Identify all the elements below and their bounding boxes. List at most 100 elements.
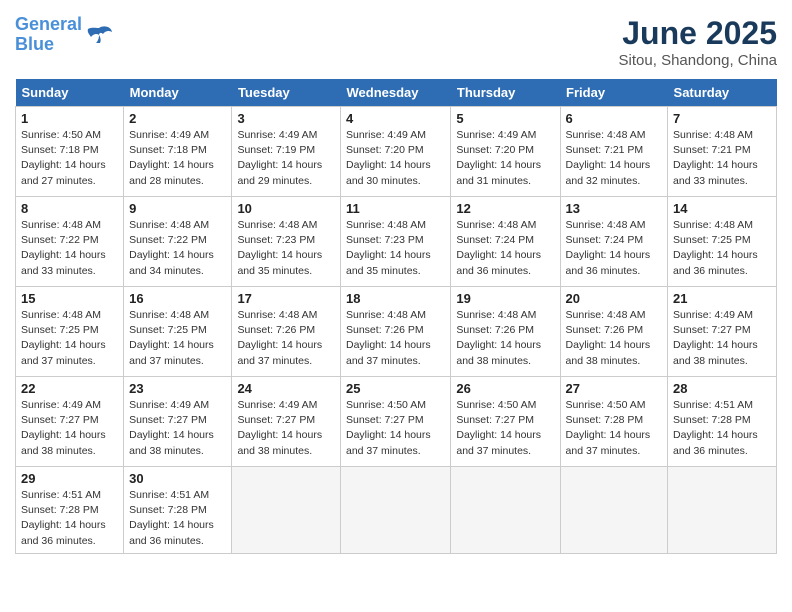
sunset-text: Sunset: 7:27 PM [129, 414, 207, 426]
week-row: 22 Sunrise: 4:49 AM Sunset: 7:27 PM Dayl… [16, 377, 777, 467]
sunrise-text: Sunrise: 4:49 AM [129, 399, 209, 411]
daylight-text: Daylight: 14 hours and 37 minutes. [346, 429, 431, 456]
daylight-text: Daylight: 14 hours and 37 minutes. [237, 339, 322, 366]
day-number: 19 [456, 291, 554, 306]
day-number: 30 [129, 471, 226, 486]
day-cell: 6 Sunrise: 4:48 AM Sunset: 7:21 PM Dayli… [560, 107, 667, 197]
day-number: 26 [456, 381, 554, 396]
sunrise-text: Sunrise: 4:50 AM [456, 399, 536, 411]
day-number: 28 [673, 381, 771, 396]
sunset-text: Sunset: 7:23 PM [346, 234, 424, 246]
day-cell [451, 467, 560, 554]
day-cell: 28 Sunrise: 4:51 AM Sunset: 7:28 PM Dayl… [668, 377, 777, 467]
day-cell: 13 Sunrise: 4:48 AM Sunset: 7:24 PM Dayl… [560, 197, 667, 287]
day-cell: 17 Sunrise: 4:48 AM Sunset: 7:26 PM Dayl… [232, 287, 341, 377]
daylight-text: Daylight: 14 hours and 37 minutes. [21, 339, 106, 366]
sunrise-text: Sunrise: 4:48 AM [346, 309, 426, 321]
sunrise-text: Sunrise: 4:48 AM [673, 219, 753, 231]
sunrise-text: Sunrise: 4:51 AM [129, 489, 209, 501]
day-cell: 3 Sunrise: 4:49 AM Sunset: 7:19 PM Dayli… [232, 107, 341, 197]
day-cell: 7 Sunrise: 4:48 AM Sunset: 7:21 PM Dayli… [668, 107, 777, 197]
sunrise-text: Sunrise: 4:48 AM [129, 309, 209, 321]
day-number: 20 [566, 291, 662, 306]
daylight-text: Daylight: 14 hours and 36 minutes. [566, 249, 651, 276]
logo: GeneralBlue [15, 15, 113, 55]
daylight-text: Daylight: 14 hours and 30 minutes. [346, 159, 431, 186]
day-number: 10 [237, 201, 335, 216]
day-cell: 12 Sunrise: 4:48 AM Sunset: 7:24 PM Dayl… [451, 197, 560, 287]
day-number: 27 [566, 381, 662, 396]
day-cell: 24 Sunrise: 4:49 AM Sunset: 7:27 PM Dayl… [232, 377, 341, 467]
day-number: 8 [21, 201, 118, 216]
day-number: 16 [129, 291, 226, 306]
daylight-text: Daylight: 14 hours and 35 minutes. [346, 249, 431, 276]
day-number: 23 [129, 381, 226, 396]
day-number: 6 [566, 111, 662, 126]
sunset-text: Sunset: 7:26 PM [456, 324, 534, 336]
sunrise-text: Sunrise: 4:48 AM [566, 219, 646, 231]
col-tuesday: Tuesday [232, 79, 341, 107]
daylight-text: Daylight: 14 hours and 38 minutes. [129, 429, 214, 456]
col-thursday: Thursday [451, 79, 560, 107]
day-number: 29 [21, 471, 118, 486]
sunset-text: Sunset: 7:28 PM [566, 414, 644, 426]
sunset-text: Sunset: 7:27 PM [456, 414, 534, 426]
col-sunday: Sunday [16, 79, 124, 107]
week-row: 1 Sunrise: 4:50 AM Sunset: 7:18 PM Dayli… [16, 107, 777, 197]
sunrise-text: Sunrise: 4:48 AM [21, 219, 101, 231]
daylight-text: Daylight: 14 hours and 28 minutes. [129, 159, 214, 186]
sunrise-text: Sunrise: 4:48 AM [129, 219, 209, 231]
sunset-text: Sunset: 7:25 PM [673, 234, 751, 246]
day-number: 17 [237, 291, 335, 306]
day-cell: 9 Sunrise: 4:48 AM Sunset: 7:22 PM Dayli… [124, 197, 232, 287]
sunrise-text: Sunrise: 4:48 AM [456, 309, 536, 321]
sunrise-text: Sunrise: 4:49 AM [673, 309, 753, 321]
day-cell: 10 Sunrise: 4:48 AM Sunset: 7:23 PM Dayl… [232, 197, 341, 287]
daylight-text: Daylight: 14 hours and 38 minutes. [456, 339, 541, 366]
daylight-text: Daylight: 14 hours and 35 minutes. [237, 249, 322, 276]
logo-text: GeneralBlue [15, 15, 82, 55]
sunset-text: Sunset: 7:20 PM [456, 144, 534, 156]
week-row: 8 Sunrise: 4:48 AM Sunset: 7:22 PM Dayli… [16, 197, 777, 287]
day-number: 3 [237, 111, 335, 126]
sunset-text: Sunset: 7:28 PM [129, 504, 207, 516]
sunset-text: Sunset: 7:27 PM [21, 414, 99, 426]
sunset-text: Sunset: 7:25 PM [21, 324, 99, 336]
sunset-text: Sunset: 7:27 PM [346, 414, 424, 426]
location-title: Sitou, Shandong, China [619, 52, 777, 69]
day-cell [560, 467, 667, 554]
day-number: 22 [21, 381, 118, 396]
daylight-text: Daylight: 14 hours and 36 minutes. [21, 519, 106, 546]
sunrise-text: Sunrise: 4:51 AM [673, 399, 753, 411]
day-number: 11 [346, 201, 445, 216]
day-cell: 15 Sunrise: 4:48 AM Sunset: 7:25 PM Dayl… [16, 287, 124, 377]
day-number: 18 [346, 291, 445, 306]
sunrise-text: Sunrise: 4:49 AM [21, 399, 101, 411]
daylight-text: Daylight: 14 hours and 36 minutes. [129, 519, 214, 546]
daylight-text: Daylight: 14 hours and 36 minutes. [673, 429, 758, 456]
sunset-text: Sunset: 7:28 PM [673, 414, 751, 426]
sunrise-text: Sunrise: 4:48 AM [673, 129, 753, 141]
daylight-text: Daylight: 14 hours and 38 minutes. [566, 339, 651, 366]
day-number: 21 [673, 291, 771, 306]
sunset-text: Sunset: 7:26 PM [346, 324, 424, 336]
month-title: June 2025 [619, 15, 777, 52]
sunrise-text: Sunrise: 4:48 AM [346, 219, 426, 231]
daylight-text: Daylight: 14 hours and 36 minutes. [456, 249, 541, 276]
sunrise-text: Sunrise: 4:49 AM [129, 129, 209, 141]
sunrise-text: Sunrise: 4:50 AM [21, 129, 101, 141]
day-cell [232, 467, 341, 554]
daylight-text: Daylight: 14 hours and 38 minutes. [237, 429, 322, 456]
day-number: 7 [673, 111, 771, 126]
day-number: 13 [566, 201, 662, 216]
sunrise-text: Sunrise: 4:49 AM [346, 129, 426, 141]
col-saturday: Saturday [668, 79, 777, 107]
daylight-text: Daylight: 14 hours and 38 minutes. [673, 339, 758, 366]
day-cell: 21 Sunrise: 4:49 AM Sunset: 7:27 PM Dayl… [668, 287, 777, 377]
col-monday: Monday [124, 79, 232, 107]
day-cell: 14 Sunrise: 4:48 AM Sunset: 7:25 PM Dayl… [668, 197, 777, 287]
sunrise-text: Sunrise: 4:48 AM [566, 309, 646, 321]
day-cell: 8 Sunrise: 4:48 AM Sunset: 7:22 PM Dayli… [16, 197, 124, 287]
day-cell: 30 Sunrise: 4:51 AM Sunset: 7:28 PM Dayl… [124, 467, 232, 554]
day-number: 4 [346, 111, 445, 126]
